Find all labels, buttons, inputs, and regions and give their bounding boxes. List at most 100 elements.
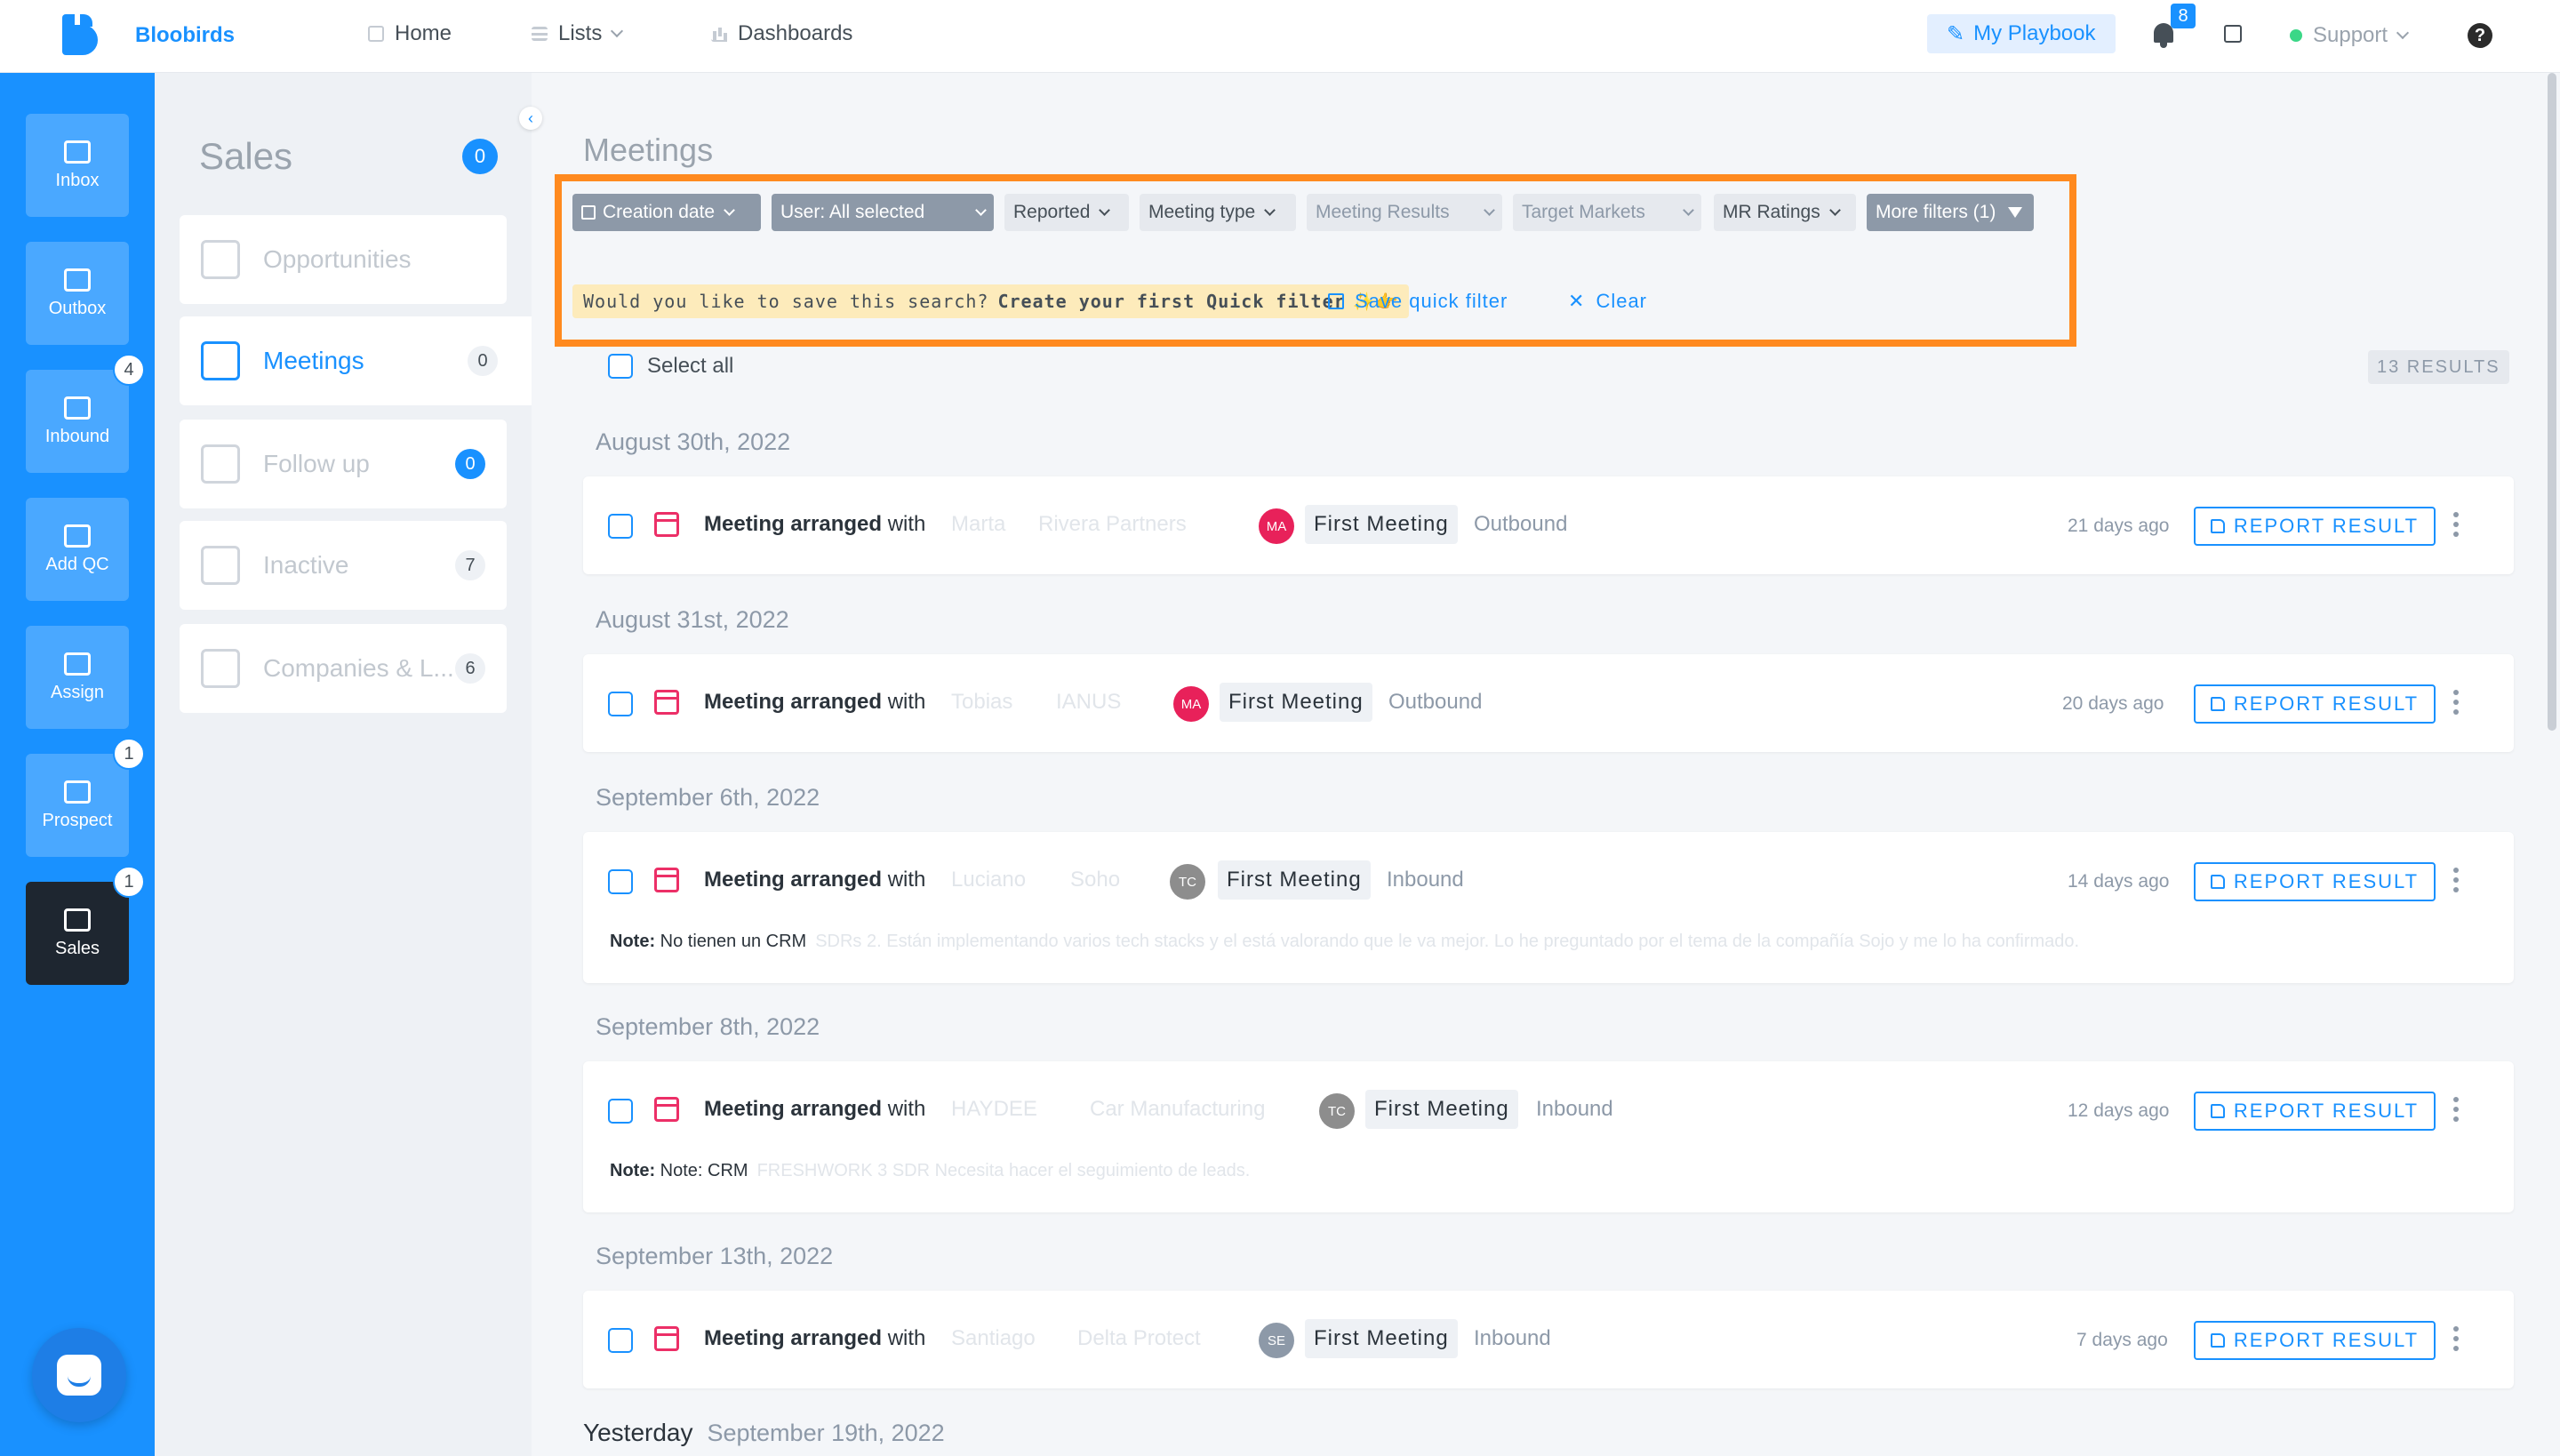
meeting-card[interactable]: Meeting arranged with HAYDEE Car Manufac… bbox=[583, 1061, 2514, 1212]
select-all[interactable]: Select all bbox=[608, 354, 733, 379]
rail-inbound[interactable]: Inbound 4 bbox=[26, 354, 145, 473]
contact-name[interactable]: HAYDEE bbox=[951, 1097, 1037, 1122]
report-result-button[interactable]: REPORT RESULT bbox=[2194, 862, 2436, 901]
meeting-card[interactable]: Meeting arranged with Santiago Delta Pro… bbox=[583, 1291, 2514, 1388]
report-result-button[interactable]: REPORT RESULT bbox=[2194, 507, 2436, 546]
sidebar-item-count: 0 bbox=[455, 449, 485, 479]
thumbs-up-icon bbox=[2210, 1333, 2225, 1348]
sidebar-item-follow-up[interactable]: Follow up 0 bbox=[180, 420, 507, 508]
my-playbook-button[interactable]: ✎ My Playbook bbox=[1927, 14, 2116, 53]
clear-filters-button[interactable]: ✕ Clear bbox=[1568, 290, 1647, 313]
select-all-checkbox[interactable] bbox=[608, 354, 633, 379]
rail-label: Prospect bbox=[42, 810, 113, 830]
sidebar-title: Sales bbox=[199, 135, 293, 177]
filter-more-filters[interactable]: More filters (1) bbox=[1867, 194, 2034, 231]
nav-dashboards[interactable]: Dashboards bbox=[711, 21, 852, 46]
chevron-down-icon bbox=[2396, 26, 2410, 40]
chat-launcher-button[interactable] bbox=[32, 1328, 126, 1422]
nav-lists[interactable]: Lists bbox=[532, 21, 624, 46]
meeting-card[interactable]: Meeting arranged with Luciano Soho TC Fi… bbox=[583, 832, 2514, 983]
meeting-type-tag: First Meeting bbox=[1305, 505, 1458, 544]
save-icon bbox=[1328, 293, 1344, 309]
report-result-button[interactable]: REPORT RESULT bbox=[2194, 684, 2436, 724]
rail-prospect[interactable]: Prospect 1 bbox=[26, 738, 145, 857]
brand-name[interactable]: Bloobirds bbox=[135, 23, 235, 48]
calendar-icon bbox=[654, 512, 679, 537]
save-quick-filter-button[interactable]: Save quick filter bbox=[1328, 290, 1508, 313]
meeting-card[interactable]: Meeting arranged with Tobias IANUS MA Fi… bbox=[583, 654, 2514, 752]
filter-user[interactable]: User: All selected bbox=[772, 194, 994, 231]
chevron-down-icon bbox=[975, 204, 987, 216]
rail-label: Add QC bbox=[45, 554, 109, 574]
meeting-title: Meeting arranged with bbox=[704, 690, 926, 714]
report-result-button[interactable]: REPORT RESULT bbox=[2194, 1321, 2436, 1360]
sidebar-item-inactive[interactable]: Inactive 7 bbox=[180, 521, 507, 610]
company-name[interactable]: Delta Protect bbox=[1077, 1326, 1201, 1351]
rail-label: Inbound bbox=[44, 426, 110, 446]
report-result-button[interactable]: REPORT RESULT bbox=[2194, 1092, 2436, 1131]
chevron-down-icon bbox=[1683, 204, 1694, 216]
rail-sales[interactable]: Sales 1 bbox=[26, 866, 145, 985]
contact-name[interactable]: Tobias bbox=[951, 690, 1012, 715]
filter-label: Meeting type bbox=[1148, 202, 1256, 222]
chevron-down-icon bbox=[1484, 204, 1495, 216]
meeting-checkbox[interactable] bbox=[608, 869, 633, 894]
filter-mr-ratings[interactable]: MR Ratings bbox=[1714, 194, 1856, 231]
calendar-icon[interactable] bbox=[2224, 25, 2242, 43]
more-options-icon[interactable] bbox=[2453, 1326, 2459, 1353]
send-icon bbox=[64, 268, 91, 292]
nav-home[interactable]: Home bbox=[368, 21, 452, 46]
arrow-down-right-icon bbox=[64, 396, 91, 420]
support-label: Support bbox=[2313, 23, 2388, 47]
rail-assign[interactable]: Assign bbox=[26, 626, 129, 729]
sales-sidebar: Sales 0 Opportunities Meetings 0 Follow … bbox=[155, 73, 532, 1456]
main-content: Meetings Creation date User: All selecte… bbox=[532, 73, 2535, 1456]
contact-name[interactable]: Marta bbox=[951, 512, 1005, 537]
meeting-checkbox[interactable] bbox=[608, 692, 633, 716]
more-options-icon[interactable] bbox=[2453, 868, 2459, 894]
more-options-icon[interactable] bbox=[2453, 512, 2459, 539]
rail-label: Outbox bbox=[48, 298, 107, 318]
meeting-checkbox[interactable] bbox=[608, 1099, 633, 1124]
company-name[interactable]: Car Manufacturing bbox=[1090, 1097, 1265, 1122]
filter-meeting-results[interactable]: Meeting Results bbox=[1307, 194, 1502, 231]
support-dropdown[interactable]: Support bbox=[2290, 23, 2410, 48]
more-options-icon[interactable] bbox=[2453, 690, 2459, 716]
meeting-card[interactable]: Meeting arranged with Marta Rivera Partn… bbox=[583, 476, 2514, 574]
rail-outbox[interactable]: Outbox bbox=[26, 242, 129, 345]
date-header: September 6th, 2022 bbox=[596, 784, 820, 811]
filter-creation-date[interactable]: Creation date bbox=[572, 194, 761, 231]
help-icon[interactable]: ? bbox=[2468, 23, 2492, 48]
notifications-badge: 8 bbox=[2171, 4, 2196, 28]
company-name[interactable]: Soho bbox=[1070, 868, 1120, 892]
sidebar-item-opportunities[interactable]: Opportunities bbox=[180, 215, 507, 304]
sidebar-item-companies-leads[interactable]: Companies & L... 6 bbox=[180, 624, 507, 713]
sidebar-item-meetings[interactable]: Meetings 0 bbox=[180, 316, 532, 405]
rail-badge: 1 bbox=[113, 866, 145, 898]
rail-inbox[interactable]: Inbox bbox=[26, 114, 129, 217]
filter-reported[interactable]: Reported bbox=[1004, 194, 1129, 231]
rail-add-qc[interactable]: Add QC bbox=[26, 498, 129, 601]
filter-target-markets[interactable]: Target Markets bbox=[1513, 194, 1701, 231]
meeting-checkbox[interactable] bbox=[608, 514, 633, 539]
more-options-icon[interactable] bbox=[2453, 1097, 2459, 1124]
date-header: August 31st, 2022 bbox=[596, 606, 789, 633]
contact-name[interactable]: Santiago bbox=[951, 1326, 1036, 1351]
company-name[interactable]: IANUS bbox=[1056, 690, 1121, 715]
company-name[interactable]: Rivera Partners bbox=[1038, 512, 1187, 537]
filter-meeting-type[interactable]: Meeting type bbox=[1140, 194, 1296, 231]
chat-icon bbox=[57, 1355, 101, 1396]
date-header: September 13th, 2022 bbox=[596, 1243, 834, 1269]
brand[interactable] bbox=[62, 14, 98, 55]
scrollbar[interactable] bbox=[2548, 73, 2556, 731]
thumbs-up-icon bbox=[2210, 519, 2225, 533]
filter-label: Reported bbox=[1013, 202, 1091, 222]
meeting-source: Inbound bbox=[1474, 1326, 1551, 1350]
filter-label: Meeting Results bbox=[1316, 202, 1450, 222]
list-icon bbox=[532, 27, 548, 41]
meeting-checkbox[interactable] bbox=[608, 1328, 633, 1353]
contact-name[interactable]: Luciano bbox=[951, 868, 1026, 892]
phone-icon bbox=[64, 780, 91, 804]
sidebar-item-label: Inactive bbox=[263, 551, 349, 579]
sidebar-item-count: 0 bbox=[468, 346, 498, 376]
